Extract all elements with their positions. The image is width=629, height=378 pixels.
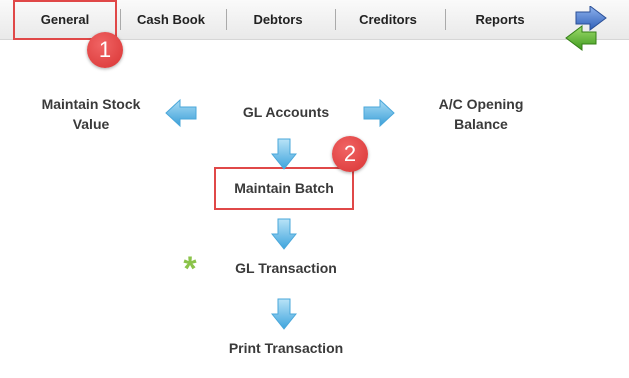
asterisk-icon: * bbox=[183, 250, 197, 288]
arrow-down-icon bbox=[271, 298, 297, 330]
tab-debtors[interactable]: Debtors bbox=[228, 4, 328, 34]
step-2-badge: 2 bbox=[332, 136, 368, 172]
step-1-badge: 1 bbox=[87, 32, 123, 68]
tab-separator bbox=[445, 9, 446, 30]
tab-cash-book[interactable]: Cash Book bbox=[124, 4, 218, 34]
tab-reports[interactable]: Reports bbox=[448, 4, 552, 34]
arrow-down-icon bbox=[271, 138, 297, 170]
arrow-left-icon[interactable] bbox=[565, 25, 597, 51]
arrow-right-icon[interactable] bbox=[575, 6, 607, 31]
arrow-down-icon bbox=[271, 218, 297, 250]
maintain-stock-value-link[interactable]: Maintain Stock Value bbox=[26, 94, 156, 134]
tab-creditors[interactable]: Creditors bbox=[336, 4, 440, 34]
nav-arrows[interactable] bbox=[562, 6, 610, 54]
maintain-batch-link[interactable]: Maintain Batch bbox=[216, 178, 352, 198]
gl-accounts-link[interactable]: GL Accounts bbox=[224, 102, 348, 122]
arrow-left-icon bbox=[165, 98, 197, 128]
gl-transaction-link[interactable]: GL Transaction bbox=[212, 258, 360, 278]
tab-separator bbox=[120, 9, 121, 30]
ac-opening-balance-link[interactable]: A/C Opening Balance bbox=[414, 94, 548, 134]
tab-separator bbox=[226, 9, 227, 30]
arrow-right-icon bbox=[363, 98, 395, 128]
print-transaction-link[interactable]: Print Transaction bbox=[206, 338, 366, 358]
